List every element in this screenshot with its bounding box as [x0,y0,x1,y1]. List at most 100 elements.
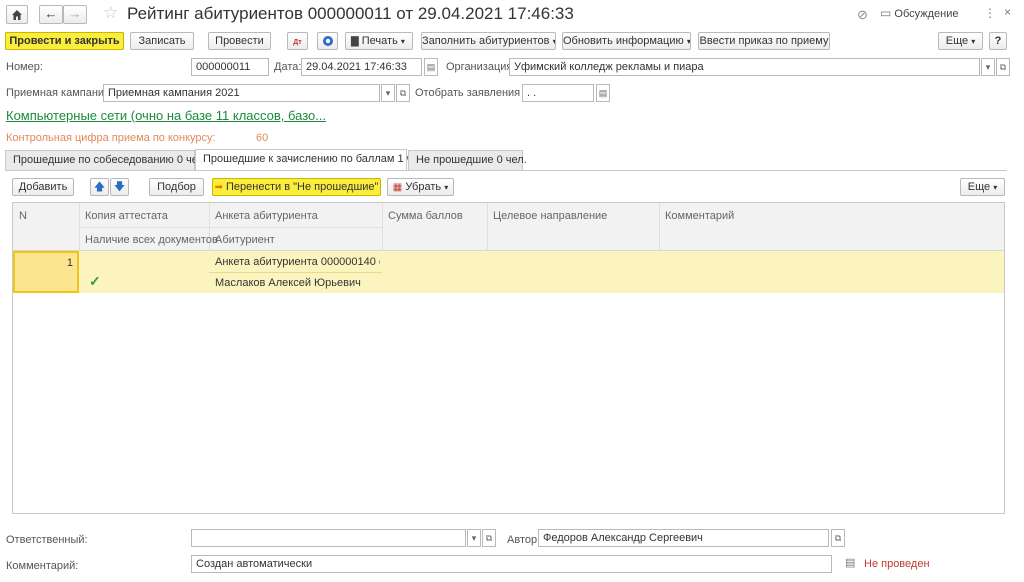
dt-kt-button[interactable]: Дт [287,32,308,50]
print-label: Печать [361,35,398,47]
org-dropdown-button[interactable]: ▾ [981,58,995,76]
date-label: Дата: [274,61,302,73]
arrow-down-icon: 🡇 [113,181,126,193]
row-subdivider [209,272,382,273]
more-label: Еще [945,35,969,47]
move-to-not-passed-button[interactable]: ➡ Перенести в "Не прошедшие" [212,178,381,196]
chevron-down-icon: ▾ [985,62,991,72]
header-n[interactable]: N [19,210,27,222]
print-button[interactable]: ▇ Печать ▾ [345,32,413,50]
arrow-left-icon: ← [44,6,58,21]
message-icon[interactable]: ▤ [845,556,855,569]
header-form[interactable]: Анкета абитуриента [215,210,318,222]
star-icon[interactable]: ☆ [103,4,118,22]
table-row[interactable]: 1 Анкета абитуриента 000000140 от... Мас… [13,251,1004,293]
comment-field[interactable]: Создан автоматически [191,555,832,573]
filter-label: Отобрать заявления с: [415,87,532,99]
table[interactable]: N Копия аттестата Наличие всех документо… [12,202,1005,514]
responsible-dropdown-button[interactable]: ▾ [467,529,481,547]
printer-icon: ▇ [351,36,359,47]
arrow-right-icon: → [68,6,82,21]
structure-icon [322,36,333,46]
arrow-up-icon: 🡅 [93,181,106,193]
org-label: Организация: [446,61,516,73]
number-field[interactable]: 000000011 [191,58,269,76]
header-all-docs[interactable]: Наличие всех документов [85,234,218,246]
campaign-open-button[interactable]: ⧉ [396,84,410,102]
chevron-down-icon: ▾ [686,37,691,46]
row-number: 1 [66,257,73,269]
row-form: Анкета абитуриента 000000140 от... [215,256,380,268]
chevron-down-icon: ▾ [444,183,449,192]
date-field[interactable]: 29.04.2021 17:46:33 [301,58,422,76]
fill-applicants-button[interactable]: Заполнить абитуриентов ▾ [421,32,556,50]
remove-button[interactable]: ▦ Убрать ▾ [387,178,454,196]
more-button[interactable]: Еще ▾ [938,32,983,50]
author-field[interactable]: Федоров Александр Сергеевич [538,529,829,547]
more-menu-icon[interactable]: ⋮ [984,6,996,20]
chevron-down-icon: ▾ [385,88,391,98]
discussion-label: Обсуждение [894,8,959,20]
quota-label: Контрольная цифра приема по конкурсу: [6,132,216,144]
tab-score[interactable]: Прошедшие к зачислению по баллам 1 чел. [195,149,428,170]
update-info-button[interactable]: Обновить информацию ▾ [562,32,691,50]
row-applicant: Маслаков Алексей Юрьевич [215,277,361,289]
structure-button[interactable] [317,32,338,50]
remove-label: Убрать [405,181,442,193]
header-copy[interactable]: Копия аттестата [85,210,168,222]
home-icon [12,10,22,20]
update-info-label: Обновить информацию [563,35,684,47]
help-button[interactable]: ? [989,32,1007,50]
chevron-down-icon: ▾ [400,37,405,46]
post-and-close-button[interactable]: Провести и закрыть [5,32,124,50]
header-target[interactable]: Целевое направление [493,210,607,222]
header-applicant[interactable]: Абитуриент [215,234,275,246]
page-title: Рейтинг абитуриентов 000000011 от 29.04.… [127,4,574,23]
move-arrow-icon: ➡ [214,182,223,193]
org-field[interactable]: Уфимский колледж рекламы и пиара [509,58,980,76]
post-button[interactable]: Провести [208,32,271,50]
tab-bar-line [5,170,1007,171]
chevron-down-icon: ▾ [971,37,976,46]
campaign-label: Приемная кампания: [6,87,114,99]
header-comment[interactable]: Комментарий [665,210,734,222]
responsible-field[interactable] [191,529,466,547]
back-button[interactable]: ← [39,5,63,24]
close-icon[interactable]: × [1004,5,1011,19]
campaign-field[interactable]: Приемная кампания 2021 [103,84,380,102]
tab-not-passed[interactable]: Не прошедшие 0 чел. [408,150,527,170]
home-button[interactable] [6,5,28,24]
calendar-button[interactable]: ▤ [424,58,438,76]
specialty-link[interactable]: Компьютерные сети (очно на базе 11 класс… [6,108,326,123]
calendar-icon: ▤ [426,62,436,72]
enter-order-button[interactable]: Ввести приказ по приему [698,32,830,50]
dt-kt-icon: Дт [293,39,302,46]
author-label: Автор: [507,534,541,546]
move-down-button[interactable]: 🡇 [110,178,129,196]
comment-label: Комментарий: [6,560,79,572]
author-open-button[interactable]: ⧉ [831,529,845,547]
filter-calendar-button[interactable]: ▤ [596,84,610,102]
add-button[interactable]: Добавить [12,178,74,196]
remove-icon: ▦ [392,182,403,193]
quota-value: 60 [256,132,269,144]
campaign-dropdown-button[interactable]: ▾ [381,84,395,102]
responsible-open-button[interactable]: ⧉ [482,529,496,547]
header-sum[interactable]: Сумма баллов [388,210,463,222]
responsible-label: Ответственный: [6,534,88,546]
chevron-down-icon: ▾ [993,183,998,192]
chat-icon: ▭ [880,6,892,20]
open-icon: ⧉ [999,62,1007,72]
link-icon[interactable]: ⊘ [857,7,868,23]
discussion-button[interactable]: ▭ Обсуждение [880,6,959,20]
table-more-button[interactable]: Еще ▾ [960,178,1005,196]
filter-date-field[interactable]: . . [522,84,594,102]
tab-interview[interactable]: Прошедшие по собеседованию 0 чел. [5,150,207,170]
save-button[interactable]: Записать [130,32,194,50]
org-open-button[interactable]: ⧉ [996,58,1010,76]
pick-button[interactable]: Подбор [149,178,204,196]
number-label: Номер: [6,61,43,73]
header-subdivider [79,227,382,228]
move-up-button[interactable]: 🡅 [90,178,109,196]
forward-button[interactable]: → [63,5,87,24]
